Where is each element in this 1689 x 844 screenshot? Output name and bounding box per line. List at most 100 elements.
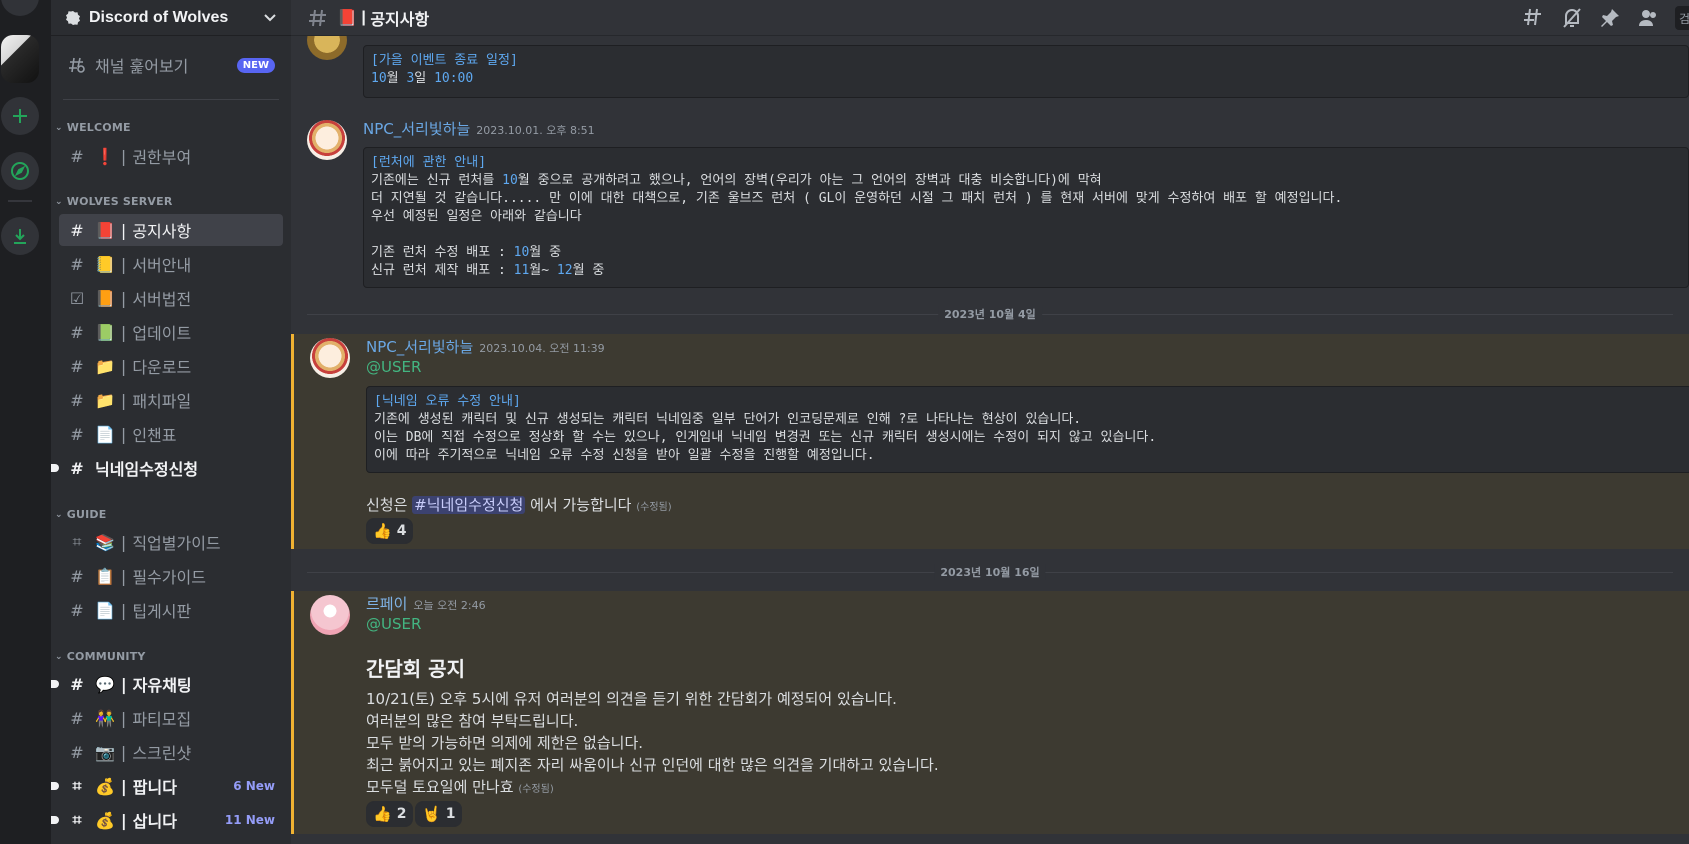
channel-server-rules[interactable]: ☑ 📙 | 서버법전	[59, 282, 283, 314]
plus-icon	[13, 109, 27, 123]
channel-essential-guide[interactable]: # 📋 | 필수가이드	[59, 560, 283, 592]
thumbs-up-icon: 👍	[373, 522, 392, 540]
channel-label: 자유채팅	[132, 676, 192, 695]
member-list-icon[interactable]	[1637, 7, 1659, 29]
compass-icon	[11, 162, 29, 180]
avatar[interactable]	[307, 120, 347, 160]
category-label: COMMUNITY	[66, 650, 146, 663]
message-heading: 간담회 공지	[366, 657, 465, 681]
category-guide[interactable]: ⌄ GUIDE	[55, 508, 106, 521]
download-apps-button[interactable]	[1, 217, 39, 255]
user-mention[interactable]: @USER	[366, 615, 421, 633]
separator: |	[120, 322, 127, 342]
avatar[interactable]	[310, 595, 350, 635]
category-community[interactable]: ⌄ COMMUNITY	[55, 650, 146, 663]
username[interactable]: 르페이	[366, 593, 407, 614]
separator: |	[120, 600, 127, 620]
forum-icon: ⌗	[72, 532, 82, 551]
hash-icon: #	[70, 708, 84, 728]
chevron-down-icon: ⌄	[55, 122, 63, 133]
channel-buy[interactable]: ⌗ 💰 | 삽니다 11 New	[51, 804, 283, 836]
code-text: 기존에는 신규 런처를	[371, 173, 503, 188]
separator: |	[120, 254, 127, 274]
code-number: 10	[513, 245, 530, 260]
username[interactable]: NPC_서리빛하늘	[363, 118, 470, 139]
guild-name: Discord of Wolves	[89, 8, 229, 26]
hash-icon: #	[70, 674, 84, 694]
channel-emoji: 💬	[95, 674, 115, 694]
channel-free-chat[interactable]: # 💬 | 자유채팅	[51, 668, 283, 700]
channel-emoji: 📒	[95, 254, 115, 274]
code-title: [가을 이벤트 종료 일정]	[371, 53, 518, 68]
category-wolves-server[interactable]: ⌄ WOLVES SERVER	[55, 195, 173, 208]
code-title: [닉네임 오류 수정 안내]	[374, 394, 521, 409]
date-label: 2023년 10월 16일	[934, 564, 1046, 580]
code-text: 월~	[529, 263, 557, 278]
username[interactable]: NPC_서리빛하늘	[366, 336, 473, 357]
chat-main: 📕 | 공지사항 검색 [가을 이벤트 종료 일정] 10월 3일 10:00 …	[291, 0, 1689, 844]
avatar[interactable]	[310, 338, 350, 378]
hash-icon: #	[70, 566, 84, 586]
channel-update[interactable]: # 📗 | 업데이트	[59, 316, 283, 348]
chevron-down-icon: ⌄	[55, 651, 63, 662]
channel-emoji: 📄	[95, 424, 115, 444]
timestamp: 오늘 오전 2:46	[413, 599, 486, 612]
separator: |	[120, 220, 127, 240]
text-part: 모두덜 토요일에 만나효	[366, 778, 519, 796]
unread-indicator	[51, 816, 59, 824]
channel-nickname-request[interactable]: # 닉네임수정신청	[51, 452, 283, 484]
reaction-count: 4	[396, 523, 407, 539]
channel-sell[interactable]: ⌗ 💰 | 팝니다 6 New	[51, 770, 283, 802]
search-input[interactable]: 검색	[1675, 6, 1689, 30]
channel-party[interactable]: # 👫 | 파티모집	[59, 702, 283, 734]
code-number: 11	[513, 263, 530, 278]
separator: |	[120, 810, 127, 830]
mute-bell-icon[interactable]	[1561, 7, 1583, 29]
server-icon-wolves[interactable]	[1, 35, 39, 83]
code-block: [런처에 관한 안내] 기존에는 신규 런처를 10월 중으로 공개하려고 했으…	[363, 147, 1689, 288]
channel-mention[interactable]: #닉네임수정신청	[412, 496, 526, 514]
announcement-icon: #	[70, 390, 84, 410]
channel-download[interactable]: # 📁 | 다운로드	[59, 350, 283, 382]
channel-tips[interactable]: # 📄 | 팁게시판	[59, 594, 283, 626]
channel-label: 닉네임수정신청	[95, 460, 199, 479]
code-number: 10:00	[434, 71, 474, 86]
threads-icon[interactable]	[1523, 7, 1545, 29]
hash-icon: #	[70, 146, 84, 166]
unread-indicator	[51, 680, 59, 688]
code-text: 월 중으로 공개하려고 했으나, 언어의 장벽(우리가 아는 그 언어의 장벽과…	[517, 173, 1102, 188]
code-text: 더 지연될 것 같습니다..... 만 이에 대한 대책으로, 기존 울브즈 런…	[371, 191, 1343, 206]
code-text: 월	[386, 71, 407, 86]
reaction-thumbs-up[interactable]: 👍 4	[366, 518, 414, 544]
server-icon-top[interactable]	[1, 0, 39, 16]
channel-emoji: 📗	[95, 322, 115, 342]
reaction-rock-on[interactable]: 🤘 1	[415, 801, 463, 827]
user-mention[interactable]: @USER	[366, 358, 421, 376]
category-welcome[interactable]: ⌄ WELCOME	[55, 121, 131, 134]
add-server-button[interactable]	[1, 97, 39, 135]
channel-permission[interactable]: # ❗ | 권한부여	[59, 140, 283, 172]
pin-icon[interactable]	[1599, 7, 1621, 29]
channel-label: 삽니다	[132, 812, 177, 831]
code-block: [가을 이벤트 종료 일정] 10월 3일 10:00	[363, 45, 1689, 98]
channel-server-guide[interactable]: # 📒 | 서버안내	[59, 248, 283, 280]
channel-enchant-table[interactable]: # 📄 | 인챈표	[59, 418, 283, 450]
guild-header[interactable]: Discord of Wolves	[51, 0, 291, 36]
message-header: 르페이 오늘 오전 2:46	[366, 593, 486, 614]
message-line: 모두 받의 가능하면 의제에 제한은 없습니다.	[366, 734, 644, 752]
reaction-count: 2	[396, 806, 407, 822]
channel-patch-file[interactable]: # 📁 | 패치파일	[59, 384, 283, 416]
channel-label: 다운로드	[132, 358, 192, 377]
message-line: 10/21(토) 오후 5시에 유저 여러분의 의견을 듣기 위한 간담회가 예…	[366, 690, 897, 708]
explore-servers-button[interactable]	[1, 152, 39, 190]
channel-emoji: 📁	[95, 390, 115, 410]
channel-class-guide[interactable]: ⌗ 📚 | 직업별가이드	[59, 526, 283, 558]
new-badge: NEW	[236, 57, 275, 73]
channel-screenshot[interactable]: # 📷 | 스크린샷	[59, 736, 283, 768]
category-label: GUIDE	[66, 508, 107, 521]
browse-channels[interactable]: 채널 훑어보기 NEW	[59, 49, 283, 81]
channel-notice[interactable]: # 📕 | 공지사항	[59, 214, 283, 246]
reaction-thumbs-up[interactable]: 👍 2	[366, 801, 414, 827]
unread-indicator	[51, 782, 59, 790]
code-block: [닉네임 오류 수정 안내] 기존에 생성된 캐릭터 및 신규 생성되는 캐릭터…	[366, 386, 1689, 473]
